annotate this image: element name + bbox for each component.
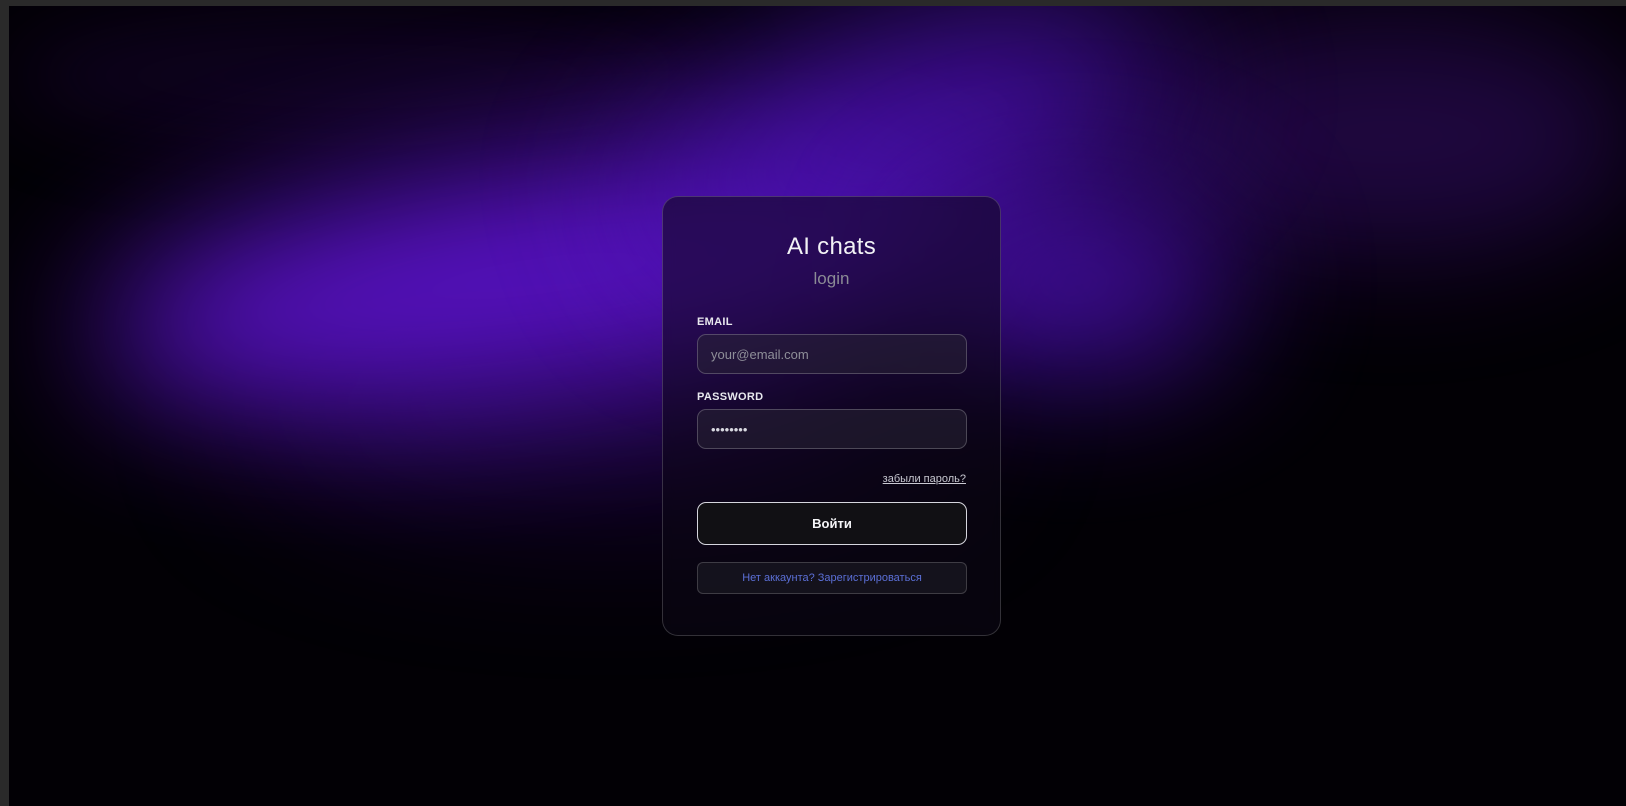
email-label: EMAIL <box>697 316 733 328</box>
page-subtitle: login <box>813 269 850 288</box>
forgot-password-link[interactable]: забыли пароль? <box>883 473 966 485</box>
login-card: AI chats login EMAIL PASSWORD забыли пар… <box>662 196 1001 636</box>
background-glow <box>9 6 709 146</box>
login-button[interactable]: Войти <box>697 502 967 545</box>
app-title: AI chats <box>786 233 877 260</box>
password-label: PASSWORD <box>697 391 764 403</box>
register-button[interactable]: Нет аккаунта? Зарегистрироваться <box>697 562 967 594</box>
password-input[interactable] <box>697 409 967 449</box>
background-glow <box>1139 16 1626 256</box>
email-input[interactable] <box>697 334 967 374</box>
forgot-row: забыли пароль? <box>697 469 966 485</box>
page-background: AI chats login EMAIL PASSWORD забыли пар… <box>9 6 1626 806</box>
